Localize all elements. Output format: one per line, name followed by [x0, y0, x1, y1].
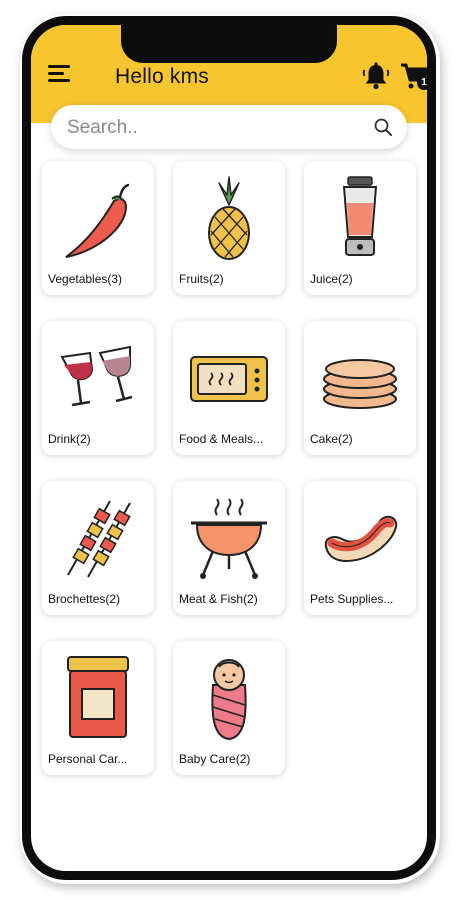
phone-notch — [121, 25, 337, 63]
category-label: Juice(2) — [310, 272, 353, 286]
pineapple-icon — [208, 176, 250, 260]
category-card-pets-supplies[interactable]: Pets Supplies... — [304, 481, 416, 615]
category-card-meat-fish[interactable]: Meat & Fish(2) — [173, 481, 285, 615]
barbecue-grill-icon — [191, 498, 267, 579]
category-label: Food & Meals... — [179, 432, 264, 446]
category-label: Personal Car... — [48, 752, 128, 766]
microwave-icon — [190, 356, 268, 402]
notification-bell-icon[interactable] — [361, 61, 391, 91]
chili-pepper-icon — [65, 183, 130, 258]
pancakes-icon — [323, 359, 397, 409]
category-card-juice[interactable]: Juice(2) — [304, 161, 416, 295]
category-label: Fruits(2) — [179, 272, 224, 286]
category-label: Baby Care(2) — [179, 752, 251, 766]
shopping-cart-icon[interactable] — [399, 61, 433, 91]
category-label: Cake(2) — [310, 432, 353, 446]
skewers-icon — [67, 500, 131, 578]
sausage-icon — [324, 515, 398, 563]
category-card-personal-care[interactable]: Personal Car... — [42, 641, 154, 775]
wine-glasses-icon — [60, 345, 133, 407]
greeting-title: Hello kms — [115, 65, 209, 88]
jar-icon — [67, 656, 129, 738]
blender-icon — [342, 176, 378, 256]
search-icon[interactable] — [373, 117, 393, 137]
category-card-fruits[interactable]: Fruits(2) — [173, 161, 285, 295]
category-label: Vegetables(3) — [48, 272, 123, 286]
category-card-brochettes[interactable]: Brochettes(2) — [42, 481, 154, 615]
swaddled-baby-icon — [211, 659, 247, 741]
category-card-drink[interactable]: Drink(2) — [42, 321, 154, 455]
search-input[interactable] — [65, 105, 367, 151]
category-label: Meat & Fish(2) — [179, 592, 258, 606]
category-card-cake[interactable]: Cake(2) — [304, 321, 416, 455]
search-bar[interactable] — [51, 105, 407, 151]
category-card-vegetables[interactable]: Vegetables(3) — [42, 161, 154, 295]
category-label: Brochettes(2) — [48, 592, 121, 606]
cart-count-badge: 1 — [417, 76, 427, 90]
phone-frame: Hello kms 1 Veget — [22, 16, 436, 880]
category-label: Drink(2) — [48, 432, 91, 446]
category-label: Pets Supplies... — [310, 592, 394, 606]
menu-icon[interactable] — [48, 63, 72, 87]
category-card-baby-care[interactable]: Baby Care(2) — [173, 641, 285, 775]
category-card-food-meals[interactable]: Food & Meals... — [173, 321, 285, 455]
